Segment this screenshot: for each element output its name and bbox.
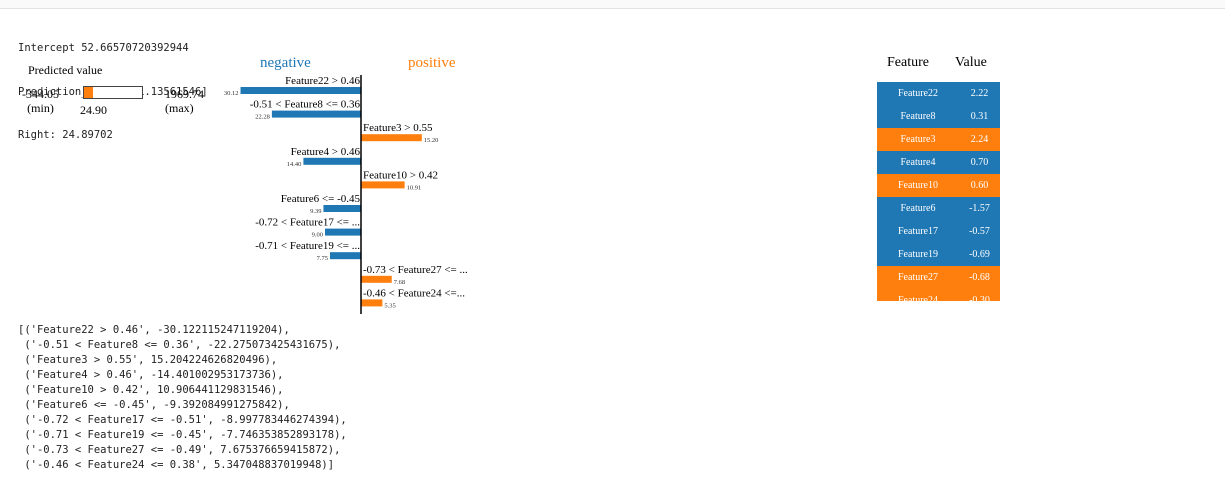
bar-value-label: 9.39 bbox=[310, 208, 321, 215]
bar-label: -0.46 < Feature24 <=... bbox=[363, 287, 465, 299]
table-cell-value: 0.70 bbox=[970, 157, 989, 168]
bar bbox=[303, 157, 361, 165]
bar-value-label: 9.00 bbox=[312, 232, 323, 239]
table-cell-value: 0.31 bbox=[970, 111, 989, 122]
table-cell-feature: Feature8 bbox=[900, 111, 936, 122]
table-cell-feature: Feature10 bbox=[898, 180, 938, 191]
table-cell-value: -0.57 bbox=[969, 226, 990, 237]
bar bbox=[361, 181, 405, 189]
bar bbox=[361, 275, 392, 283]
table-cell-feature: Feature3 bbox=[900, 134, 936, 145]
table-row: Feature10 0.60 bbox=[877, 174, 1000, 197]
bar-label: -0.72 < Feature17 <= ... bbox=[255, 217, 360, 229]
table-cell-feature: Feature6 bbox=[900, 203, 936, 214]
bar bbox=[325, 228, 361, 236]
bar-label: -0.51 < Feature8 <= 0.36 bbox=[250, 99, 361, 111]
bar-label: Feature6 <= -0.45 bbox=[281, 193, 361, 205]
bar-label: -0.73 < Feature27 <= ... bbox=[363, 264, 468, 276]
bar-value-label: 5.35 bbox=[384, 302, 395, 309]
list-output-line: ('-0.46 < Feature24 <= 0.38', 5.34704883… bbox=[18, 459, 335, 471]
bar-label: -0.71 < Feature19 <= ... bbox=[255, 240, 360, 252]
table-row: Feature17 -0.57 bbox=[877, 220, 1000, 243]
table-cell-value: -0.30 bbox=[969, 295, 990, 301]
table-row: Feature4 0.70 bbox=[877, 151, 1000, 174]
bar-label: Feature3 > 0.55 bbox=[363, 122, 433, 134]
list-output-line: ('Feature3 > 0.55', 15.204224626820496), bbox=[18, 354, 278, 366]
bar-label: Feature4 > 0.46 bbox=[291, 146, 361, 158]
bar-value-label: 15.20 bbox=[424, 137, 439, 144]
table-cell-value: 2.24 bbox=[970, 134, 989, 145]
table-cell-value: 2.22 bbox=[970, 88, 989, 99]
table-row: Feature8 0.31 bbox=[877, 105, 1000, 128]
table-row: Feature3 2.24 bbox=[877, 128, 1000, 151]
table-cell-value: -0.69 bbox=[969, 249, 990, 260]
bar-value-label: 7.68 bbox=[394, 279, 405, 286]
bar-value-label: 10.91 bbox=[407, 184, 422, 191]
bar-value-label: 30.12 bbox=[224, 90, 239, 97]
bar bbox=[240, 87, 361, 94]
bar bbox=[361, 299, 383, 307]
table-row: Feature6 -1.57 bbox=[877, 197, 1000, 220]
bar bbox=[330, 252, 361, 260]
bar-value-label: 22.28 bbox=[255, 114, 270, 121]
table-cell-value: -0.68 bbox=[969, 272, 990, 283]
bar-value-label: 14.40 bbox=[287, 161, 302, 168]
table-row: Feature22 2.22 bbox=[877, 82, 1000, 105]
table-row: Feature27 -0.68 bbox=[877, 266, 1000, 289]
bar bbox=[361, 134, 422, 142]
list-output-line: ('-0.72 < Feature17 <= -0.51', -8.997783… bbox=[18, 414, 347, 426]
table-header-feature: Feature bbox=[887, 55, 929, 70]
list-output-line: ('Feature6 <= -0.45', -9.392084991275842… bbox=[18, 399, 290, 411]
table-header-value: Value bbox=[955, 55, 987, 70]
table-cell-value: 0.60 bbox=[970, 180, 989, 191]
bar bbox=[323, 205, 361, 212]
list-output-line: ('-0.51 < Feature8 <= 0.36', -22.2750734… bbox=[18, 339, 341, 351]
table-cell-feature: Feature27 bbox=[898, 272, 938, 283]
list-output-line: [('Feature22 > 0.46', -30.12211524711920… bbox=[18, 324, 290, 336]
table-cell-feature: Feature17 bbox=[898, 226, 938, 237]
table-cell-feature: Feature4 bbox=[900, 157, 936, 168]
table-cell-feature: Feature19 bbox=[898, 249, 938, 260]
bar-label: Feature22 > 0.46 bbox=[285, 75, 360, 87]
explanation-list-output: [('Feature22 > 0.46', -30.12211524711920… bbox=[18, 323, 347, 473]
bar-value-label: 7.75 bbox=[317, 255, 328, 262]
feature-value-table: Feature22 2.22 Feature8 0.31 Feature3 2.24 Fea… bbox=[877, 82, 1000, 301]
table-cell-feature: Feature22 bbox=[898, 88, 938, 99]
table-row: Feature19 -0.69 bbox=[877, 243, 1000, 266]
table-cell-value: -1.57 bbox=[969, 203, 990, 214]
list-output-line: ('Feature10 > 0.42', 10.906441129831546)… bbox=[18, 384, 284, 396]
list-output-line: ('Feature4 > 0.46', -14.401002953173736)… bbox=[18, 369, 284, 381]
table-cell-feature: Feature24 bbox=[898, 295, 938, 301]
list-output-line: ('-0.71 < Feature19 <= -0.45', -7.746353… bbox=[18, 429, 347, 441]
bar bbox=[271, 110, 361, 118]
bar-label: Feature10 > 0.42 bbox=[363, 169, 438, 181]
list-output-line: ('-0.73 < Feature27 <= -0.49', 7.6753766… bbox=[18, 444, 341, 456]
table-row: Feature24 -0.30 bbox=[877, 289, 1000, 301]
